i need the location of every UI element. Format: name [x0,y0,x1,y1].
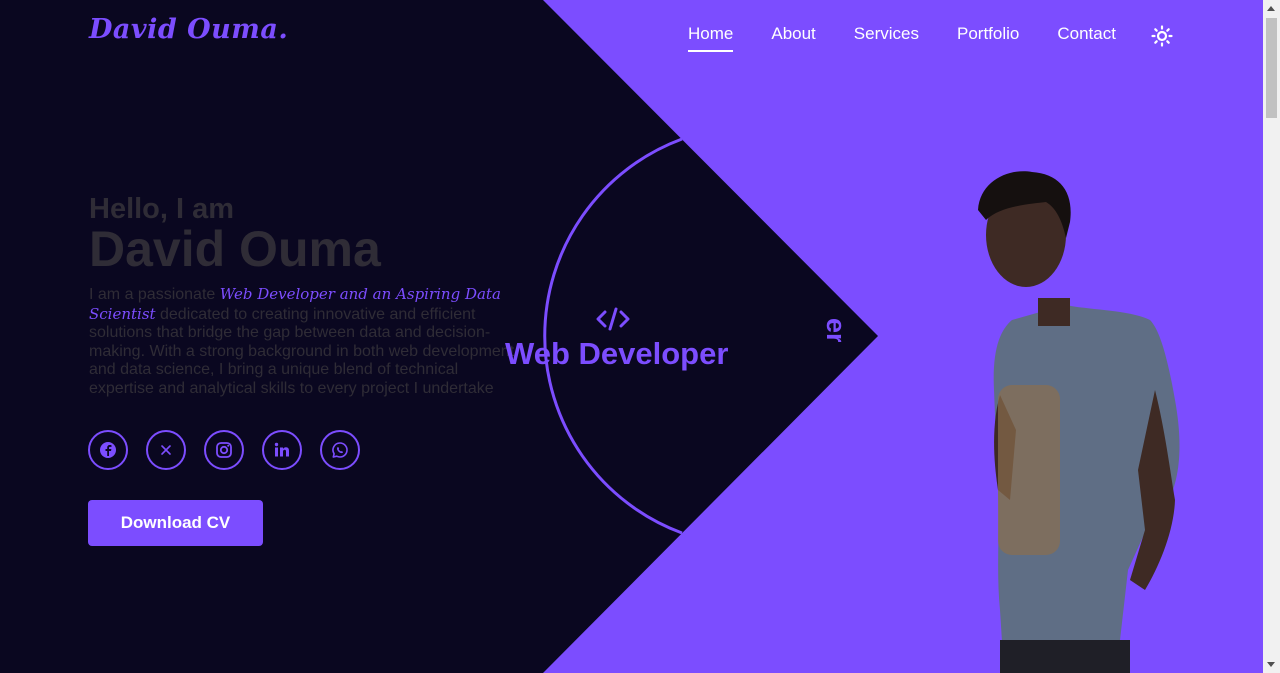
hero-name: David Ouma [89,221,381,277]
scroll-thumb[interactable] [1266,18,1277,118]
social-links [88,430,378,470]
nav-about[interactable]: About [771,24,815,48]
facebook-icon[interactable] [88,430,128,470]
nav-portfolio[interactable]: Portfolio [957,24,1019,48]
sun-icon[interactable] [1151,25,1173,47]
nav-contact[interactable]: Contact [1057,24,1116,48]
scroll-down-arrow-icon[interactable] [1267,662,1275,667]
hero-bio: I am a passionate Web Developer and an A… [89,285,527,405]
role-current: Web Developer [505,336,729,371]
download-cv-button[interactable]: Download CV [88,500,263,546]
scroll-up-arrow-icon[interactable] [1267,6,1275,11]
nav-home[interactable]: Home [688,24,734,52]
instagram-icon[interactable] [204,430,244,470]
code-icon [596,306,630,337]
whatsapp-icon[interactable] [320,430,360,470]
x-icon[interactable] [146,430,186,470]
main-nav: Home About Services Portfolio Contact [688,24,1154,52]
vertical-scrollbar[interactable] [1263,0,1280,673]
profile-photo [978,171,1180,673]
role-next-partial: er [821,318,851,342]
linkedin-icon[interactable] [262,430,302,470]
nav-services[interactable]: Services [854,24,919,48]
bio-prefix: I am a passionate [89,286,220,303]
site-logo[interactable]: David Ouma. [89,14,288,45]
